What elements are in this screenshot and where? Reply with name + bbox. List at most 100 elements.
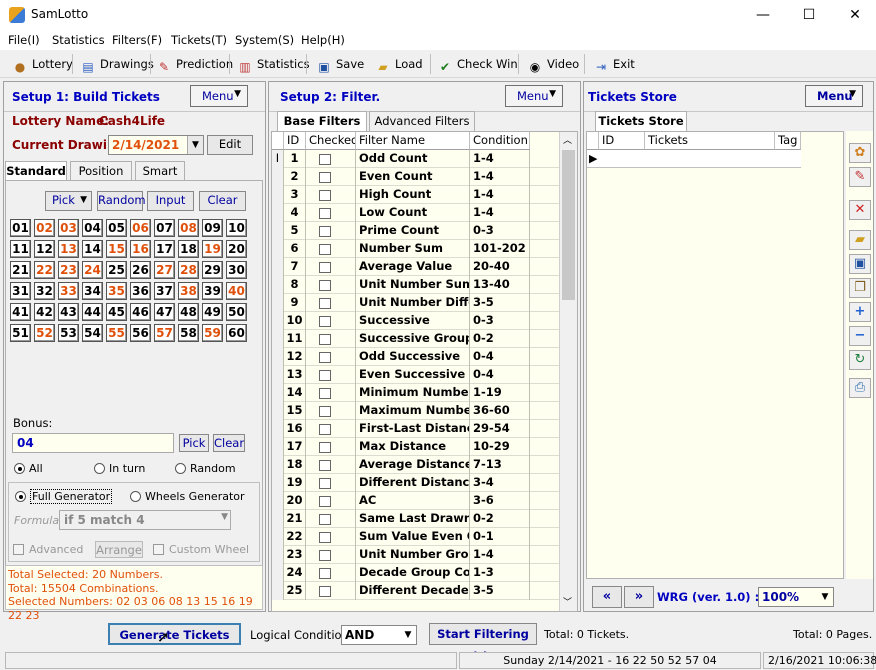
zoom-select[interactable]: 100% ▼ — [758, 587, 834, 607]
number-cell[interactable]: 20 — [226, 240, 247, 258]
filter-checkbox[interactable] — [319, 568, 331, 579]
filter-checkbox[interactable] — [319, 334, 331, 345]
number-cell[interactable]: 59 — [202, 324, 223, 342]
prediction-button[interactable]: ✎ Prediction — [156, 54, 233, 74]
table-row[interactable]: 14 Minimum Number 1-19 — [272, 384, 560, 402]
table-row[interactable]: 17 Max Distance 10-29 — [272, 438, 560, 456]
filter-checkbox[interactable] — [319, 208, 331, 219]
table-row[interactable]: 9 Unit Number Differe3-5 — [272, 294, 560, 312]
lottery-button[interactable]: ● Lottery — [12, 54, 73, 74]
number-cell[interactable]: 46 — [130, 303, 151, 321]
table-row[interactable]: 25 Different Decade Co3-5 — [272, 582, 560, 600]
table-row[interactable]: 19 Different Distance 3-4 — [272, 474, 560, 492]
number-cell[interactable]: 40 — [226, 282, 247, 300]
table-row[interactable]: 18 Average Distance 7-13 — [272, 456, 560, 474]
print-icon[interactable]: ⎙ — [849, 378, 871, 398]
filter-checkbox[interactable] — [319, 352, 331, 363]
number-cell[interactable]: 57 — [154, 324, 175, 342]
arrange-button[interactable]: Arrange — [95, 541, 143, 558]
scroll-down-icon[interactable]: ﹀ — [563, 595, 572, 608]
number-cell[interactable]: 25 — [106, 261, 127, 279]
delete-icon[interactable]: ✕ — [849, 200, 871, 220]
col-checked[interactable]: Checked — [306, 132, 356, 150]
radio-all[interactable]: All — [14, 462, 43, 475]
number-cell[interactable]: 26 — [130, 261, 151, 279]
clear-button[interactable]: Clear — [199, 191, 246, 211]
number-cell[interactable]: 53 — [58, 324, 79, 342]
menu-tickets[interactable]: Tickets(T) — [171, 33, 227, 47]
filter-checkbox[interactable] — [319, 172, 331, 183]
menu-filters[interactable]: Filters(F) — [112, 33, 162, 47]
table-row[interactable]: 7 Average Value 20-40 — [272, 258, 560, 276]
store-col-id[interactable]: ID — [599, 132, 645, 150]
number-cell[interactable]: 56 — [130, 324, 151, 342]
table-row[interactable]: 16 First-Last Distance 29-54 — [272, 420, 560, 438]
number-cell[interactable]: 05 — [106, 219, 127, 237]
filter-checkbox[interactable] — [319, 154, 331, 165]
number-cell[interactable]: 54 — [82, 324, 103, 342]
number-cell[interactable]: 06 — [130, 219, 151, 237]
minus-icon[interactable]: − — [849, 326, 871, 346]
number-cell[interactable]: 01 — [10, 219, 31, 237]
filter-checkbox[interactable] — [319, 460, 331, 471]
number-cell[interactable]: 32 — [34, 282, 55, 300]
table-row[interactable]: 10 Successive 0-3 — [272, 312, 560, 330]
check-win-button[interactable]: ✔ Check Win — [437, 54, 518, 74]
table-row[interactable]: 6 Number Sum 101-202 — [272, 240, 560, 258]
number-cell[interactable]: 34 — [82, 282, 103, 300]
number-cell[interactable]: 02 — [34, 219, 55, 237]
number-cell[interactable]: 37 — [154, 282, 175, 300]
number-cell[interactable]: 28 — [178, 261, 199, 279]
formula-select[interactable]: if 5 match 4 ▼ — [59, 510, 231, 530]
table-row[interactable]: 2 Even Count 1-4 — [272, 168, 560, 186]
start-filtering-button[interactable]: Start Filtering >> — [429, 623, 537, 661]
scroll-thumb[interactable] — [562, 150, 575, 300]
number-cell[interactable]: 52 — [34, 324, 55, 342]
advanced-checkbox[interactable]: Advanced — [13, 543, 83, 556]
store-menu-button[interactable]: Menu ▼ — [805, 85, 863, 107]
load-button[interactable]: ▰ Load — [375, 54, 422, 74]
number-cell[interactable]: 38 — [178, 282, 199, 300]
exit-button[interactable]: ⇥ Exit — [593, 54, 635, 74]
tab-tickets-store[interactable]: Tickets Store — [595, 111, 687, 131]
filter-scrollbar[interactable]: ︿ ﹀ — [559, 132, 577, 611]
table-row[interactable]: 3 High Count 1-4 — [272, 186, 560, 204]
filter-checkbox[interactable] — [319, 514, 331, 525]
number-cell[interactable]: 09 — [202, 219, 223, 237]
table-row[interactable]: 24 Decade Group Cour1-3 — [272, 564, 560, 582]
table-row[interactable]: 11 Successive Groups 0-2 — [272, 330, 560, 348]
menu-system[interactable]: System(S) — [235, 33, 294, 47]
number-cell[interactable]: 14 — [82, 240, 103, 258]
number-cell[interactable]: 13 — [58, 240, 79, 258]
setup1-menu-button[interactable]: Menu ▼ — [190, 85, 248, 107]
random-button[interactable]: Random — [97, 191, 146, 211]
scroll-up-icon[interactable]: ︿ — [563, 133, 572, 146]
number-cell[interactable]: 35 — [106, 282, 127, 300]
number-cell[interactable]: 41 — [10, 303, 31, 321]
table-row[interactable]: I 1 Odd Count 1-4 — [272, 150, 560, 168]
filter-checkbox[interactable] — [319, 280, 331, 291]
number-cell[interactable]: 17 — [154, 240, 175, 258]
menu-help[interactable]: Help(H) — [301, 33, 345, 47]
current-drawing-select[interactable]: 2/14/2021 ▼ — [108, 135, 204, 155]
drawings-button[interactable]: ▤ Drawings — [80, 54, 153, 74]
number-cell[interactable]: 16 — [130, 240, 151, 258]
menu-statistics[interactable]: Statistics — [52, 33, 105, 47]
input-button[interactable]: Input — [147, 191, 194, 211]
store-col-tag[interactable]: Tag — [775, 132, 801, 150]
number-cell[interactable]: 51 — [10, 324, 31, 342]
number-cell[interactable]: 10 — [226, 219, 247, 237]
number-cell[interactable]: 21 — [10, 261, 31, 279]
number-cell[interactable]: 04 — [82, 219, 103, 237]
number-cell[interactable]: 44 — [82, 303, 103, 321]
number-cell[interactable]: 31 — [10, 282, 31, 300]
filter-checkbox[interactable] — [319, 226, 331, 237]
number-cell[interactable]: 24 — [82, 261, 103, 279]
number-cell[interactable]: 45 — [106, 303, 127, 321]
number-cell[interactable]: 19 — [202, 240, 223, 258]
filter-checkbox[interactable] — [319, 388, 331, 399]
table-row[interactable]: 13 Even Successive 0-4 — [272, 366, 560, 384]
close-button[interactable]: ✕ — [832, 0, 876, 30]
col-condition[interactable]: Condition — [470, 132, 530, 150]
save-icon[interactable]: ▣ — [849, 254, 871, 274]
